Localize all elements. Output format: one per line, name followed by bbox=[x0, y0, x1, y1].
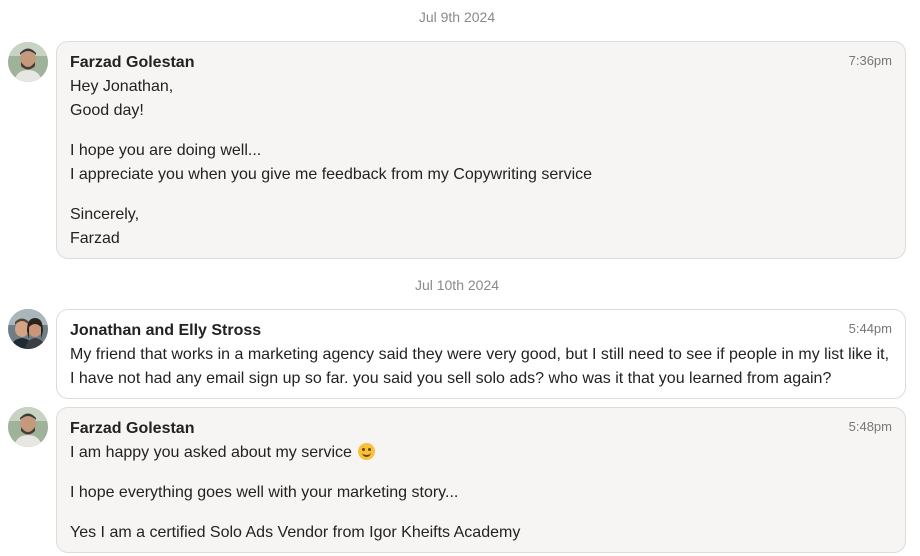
message-text: I am happy you asked about my service bbox=[70, 444, 352, 461]
avatar-farzad-photo-icon bbox=[8, 407, 48, 447]
message-paragraph: Sincerely, Farzad bbox=[70, 203, 892, 251]
message-bubble: Jonathan and Elly Stross 5:44pm My frien… bbox=[56, 309, 906, 399]
message-paragraph: I hope everything goes well with your ma… bbox=[70, 481, 892, 505]
message-time: 5:48pm bbox=[848, 419, 892, 434]
message-paragraph: Hey Jonathan, Good day! bbox=[70, 75, 892, 123]
avatar[interactable] bbox=[8, 407, 48, 447]
message-line: I appreciate you when you give me feedba… bbox=[70, 166, 593, 183]
avatar[interactable] bbox=[8, 309, 48, 349]
smiling-face-emoji-icon bbox=[358, 443, 376, 460]
date-separator: Jul 10th 2024 bbox=[414, 277, 500, 293]
sender-name[interactable]: Jonathan and Elly Stross bbox=[70, 319, 892, 343]
message-line: I hope you are doing well... bbox=[70, 142, 262, 159]
message-bubble: Farzad Golestan 5:48pm I am happy you as… bbox=[56, 407, 906, 553]
sender-name[interactable]: Farzad Golestan bbox=[70, 417, 892, 441]
message-thread: Jul 9th 2024 Farzad Golestan 7:36pm Hey … bbox=[0, 0, 920, 556]
message-line: My friend that works in a marketing agen… bbox=[70, 346, 890, 363]
message-line: I have not had any email sign up so far.… bbox=[70, 370, 832, 387]
avatar-jonathan-elly-photo-icon bbox=[8, 309, 48, 349]
message-line: Good day! bbox=[70, 102, 144, 119]
avatar[interactable] bbox=[8, 42, 48, 82]
avatar-farzad-photo-icon bbox=[8, 42, 48, 82]
message-line: Sincerely, bbox=[70, 206, 140, 223]
message-paragraph: I hope you are doing well... I appreciat… bbox=[70, 139, 892, 187]
sender-name[interactable]: Farzad Golestan bbox=[70, 51, 892, 75]
message-line: I hope everything goes well with your ma… bbox=[70, 484, 459, 501]
message-paragraph: Yes I am a certified Solo Ads Vendor fro… bbox=[70, 521, 892, 545]
message-time: 7:36pm bbox=[848, 53, 892, 68]
message-line: Yes I am a certified Solo Ads Vendor fro… bbox=[70, 524, 521, 541]
message-bubble: Farzad Golestan 7:36pm Hey Jonathan, Goo… bbox=[56, 41, 906, 259]
message-time: 5:44pm bbox=[848, 321, 892, 336]
date-separator: Jul 9th 2024 bbox=[418, 9, 496, 25]
message-line: Hey Jonathan, bbox=[70, 78, 174, 95]
message-line: Farzad bbox=[70, 230, 120, 247]
message-paragraph: I am happy you asked about my service bbox=[70, 441, 892, 465]
message-line: I am happy you asked about my service bbox=[70, 441, 892, 465]
message-paragraph: My friend that works in a marketing agen… bbox=[70, 343, 892, 391]
